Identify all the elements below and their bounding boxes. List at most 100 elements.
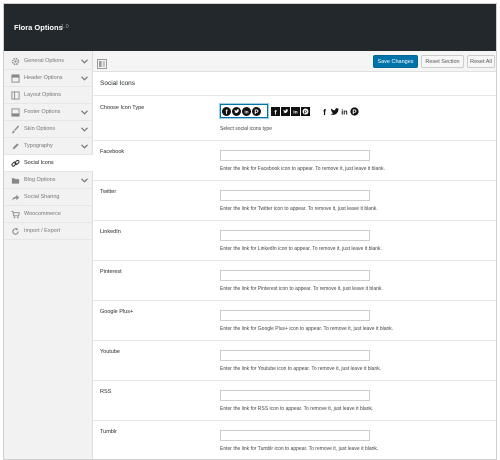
sidebar-item-label: Footer Options (24, 109, 61, 115)
pinterest-icon: P (251, 106, 261, 116)
link-icon (10, 158, 20, 168)
pencil-icon (10, 141, 20, 151)
sidebar-item-label: General Options (24, 58, 65, 64)
gear-icon (10, 56, 20, 66)
svg-text:f: f (323, 107, 326, 116)
google-plus-label: Google Plus+ (100, 309, 134, 315)
divider (93, 180, 496, 181)
divider (93, 300, 496, 301)
sidebar-item-woocommerce[interactable]: Woocommerce (4, 206, 93, 223)
sidebar-item-label: Header Options (24, 75, 63, 81)
main-content: Save Changes Reset Section Reset All Soc… (93, 51, 496, 459)
layout-icon (10, 90, 20, 100)
pinterest-description: Enter the link for Pinterest icon to app… (220, 286, 383, 292)
sidebar-item-import-export[interactable]: Import / Export (4, 223, 93, 240)
twitter-icon (280, 106, 290, 116)
sidebar-item-label: Import / Export (24, 228, 61, 234)
sidebar-item-header-options[interactable]: Header Options (4, 70, 93, 87)
divider (93, 340, 496, 341)
pinterest-icon: P (300, 106, 310, 116)
linkedin-icon: in (290, 106, 300, 116)
choose-icon-type-label: Choose Icon Type (100, 105, 145, 111)
google-plus-description: Enter the link for Google Plus+ icon to … (220, 326, 394, 332)
chevron-down-icon[interactable] (79, 56, 89, 66)
rss-input[interactable] (220, 390, 370, 401)
linkedin-description: Enter the link for LinkedIn icon to appe… (220, 246, 382, 252)
toolbar: Save Changes Reset Section Reset All (93, 51, 496, 72)
sidebar-item-label: Blog Options (24, 177, 56, 183)
expand-menu-icon[interactable] (97, 56, 107, 69)
sidebar-item-label: Social Icons (24, 160, 54, 166)
facebook-label: Facebook (100, 149, 125, 155)
chevron-down-icon[interactable] (79, 73, 89, 83)
icon-set-square[interactable]: f in P (270, 104, 317, 118)
save-changes-button[interactable]: Save Changes (373, 55, 418, 68)
svg-text:in: in (244, 109, 248, 114)
sidebar-item-general-options[interactable]: General Options (4, 53, 93, 70)
pinterest-icon: P (349, 106, 359, 116)
sidebar-item-label: Woocommerce (24, 211, 61, 217)
options-version: 1.0 (61, 24, 69, 30)
folder-icon (10, 175, 20, 185)
refresh-icon (10, 226, 20, 236)
options-header: Flora Options 1.0 (4, 4, 496, 51)
icon-set-circle[interactable]: f in P (220, 104, 268, 118)
cart-icon (10, 209, 20, 219)
twitter-description: Enter the link for Twitter icon to appea… (220, 206, 378, 212)
twitter-icon (231, 106, 241, 116)
divider (93, 260, 496, 261)
linkedin-input[interactable] (220, 230, 370, 241)
reset-all-button[interactable]: Reset All (467, 55, 495, 68)
youtube-input[interactable] (220, 350, 370, 361)
chevron-down-icon[interactable] (79, 175, 89, 185)
facebook-icon: f (221, 106, 231, 116)
icon-type-description: Select social icons type (220, 126, 272, 132)
facebook-description: Enter the link for Facebook icon to appe… (220, 166, 385, 172)
header-icon (10, 73, 20, 83)
reset-section-button[interactable]: Reset Section (421, 55, 464, 68)
svg-text:in: in (293, 109, 297, 115)
svg-text:P: P (254, 109, 258, 116)
facebook-input[interactable] (220, 150, 370, 161)
tumblr-label: Tumblr (100, 429, 117, 435)
sidebar-item-social-icons[interactable]: Social Icons (4, 155, 93, 172)
icon-set-plain[interactable]: f in P (319, 104, 367, 118)
sidebar-item-skin-options[interactable]: Skin Options (4, 121, 93, 138)
divider (93, 220, 496, 221)
linkedin-label: LinkedIn (100, 229, 121, 235)
divider (93, 380, 496, 381)
sidebar: General Options Header Options Layout Op… (4, 51, 93, 459)
sidebar-item-social-sharing[interactable]: Social Sharing (4, 189, 93, 206)
sidebar-item-label: Layout Options (24, 92, 61, 98)
tumblr-description: Enter the link for Tumblr icon to appear… (220, 446, 379, 452)
svg-text:in: in (341, 107, 347, 115)
options-panel: Flora Options 1.0 General Options Header… (3, 3, 497, 460)
sidebar-item-blog-options[interactable]: Blog Options (4, 172, 93, 189)
sidebar-item-layout-options[interactable]: Layout Options (4, 87, 93, 104)
footer-icon (10, 107, 20, 117)
sidebar-item-typography[interactable]: Typography (4, 138, 93, 155)
twitter-input[interactable] (220, 190, 370, 201)
pinterest-label: Pinterest (100, 269, 122, 275)
linkedin-icon: in (341, 107, 347, 115)
sidebar-item-label: Typography (24, 143, 53, 149)
sidebar-item-footer-options[interactable]: Footer Options (4, 104, 93, 121)
facebook-icon: f (270, 106, 280, 116)
divider (93, 140, 496, 141)
chevron-down-icon[interactable] (79, 124, 89, 134)
pinterest-input[interactable] (220, 270, 370, 281)
sidebar-item-label: Social Sharing (24, 194, 60, 200)
brush-icon (10, 124, 20, 134)
chevron-down-icon[interactable] (79, 107, 89, 117)
chevron-down-icon[interactable] (79, 141, 89, 151)
twitter-label: Twitter (100, 189, 117, 195)
google-plus-input[interactable] (220, 310, 370, 321)
linkedin-icon: in (241, 106, 251, 116)
twitter-icon (329, 107, 339, 115)
section-title: Social Icons (100, 80, 136, 87)
divider (93, 95, 496, 96)
tumblr-input[interactable] (220, 430, 370, 441)
youtube-description: Enter the link for Youtube icon to appea… (220, 366, 382, 372)
share-icon (10, 192, 20, 202)
rss-description: Enter the link for RSS icon to appear. T… (220, 406, 374, 412)
